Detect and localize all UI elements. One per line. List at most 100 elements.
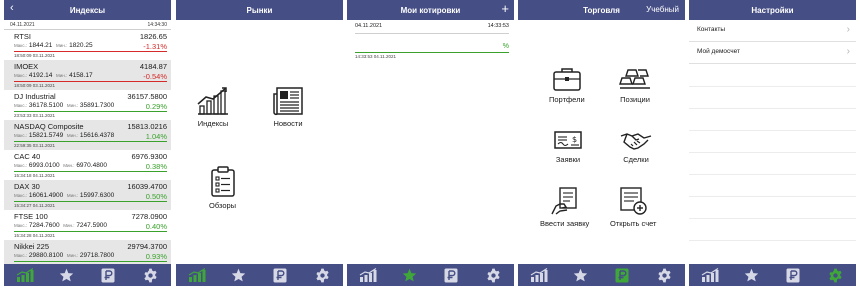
last-price: 1826.65 (139, 32, 167, 41)
star-icon (231, 268, 246, 282)
min-label: Мин.: (66, 193, 79, 198)
change-underline (14, 141, 167, 142)
tab-markets[interactable] (14, 266, 36, 284)
menu-item-indices[interactable]: Индексы (196, 86, 230, 128)
last-price: 15813.0216 (127, 122, 167, 131)
divider (689, 130, 856, 131)
hand-form-icon (551, 187, 577, 215)
menu-item-reviews[interactable]: Обзоры (209, 166, 236, 210)
change-percent: 0.50% (145, 192, 167, 201)
quote-row[interactable]: RTSI 1826.65 Макс.: 1844.21 Мин.: 1820.25 -… (4, 30, 171, 60)
min-value: 7247.5900 (76, 222, 108, 229)
svg-text:$: $ (572, 135, 577, 144)
min-value: 4158.17 (69, 72, 93, 79)
quote-row[interactable]: NASDAQ Composite 15813.0216 Макс.: 15821.5… (4, 120, 171, 150)
chevron-left-icon[interactable]: ‹ (10, 2, 14, 14)
tab-markets[interactable] (186, 266, 208, 284)
divider (689, 108, 856, 109)
tab-favorites[interactable] (399, 266, 421, 284)
update-timestamp: 18:50:09 03.11.2021 (14, 83, 55, 88)
header: Торговля Учебный (518, 0, 685, 20)
chart-icon (701, 268, 719, 282)
change-percent: -0.54% (143, 72, 167, 81)
settings-item-label: Мой демосчет (697, 48, 740, 55)
tab-markets[interactable] (528, 266, 550, 284)
settings-item-demo-account[interactable]: Мой демосчет › (689, 42, 856, 64)
tab-trading[interactable] (269, 266, 291, 284)
tab-trading[interactable] (611, 266, 633, 284)
quote-row[interactable]: FTSE 100 7278.0900 Макс.: 7284.7600 Мин.: … (4, 210, 171, 240)
max-value: 15821.5749 (28, 132, 64, 139)
max-label: Макс.: (14, 253, 28, 258)
change-underline (355, 52, 509, 53)
quotes-list: RTSI 1826.65 Макс.: 1844.21 Мин.: 1820.25 -… (4, 30, 171, 270)
min-label: Мин.: (56, 43, 68, 48)
min-value: 15616.4378 (79, 132, 115, 139)
trading-screen: Торговля Учебный Портфели Позиции $ Заяв… (518, 0, 685, 292)
watchlist-item[interactable]: 04.11.2021 14:33:53 % 14:33:53 04.11.202… (347, 20, 514, 60)
page-title: Рынки (246, 5, 273, 15)
max-value: 7284.7600 (28, 222, 60, 229)
quote-row[interactable]: CAC 40 6976.9300 Макс.: 6993.0100 Мин.: 69… (4, 150, 171, 180)
max-value: 6993.0100 (28, 162, 60, 169)
menu-item-open-account[interactable]: Открыть счет (610, 186, 656, 228)
ruble-icon (615, 268, 629, 283)
last-price: 36157.5800 (127, 92, 167, 101)
tab-settings[interactable] (653, 266, 675, 284)
quote-row[interactable]: IMOEX 4184.87 Макс.: 4192.14 Мин.: 4158.17… (4, 60, 171, 90)
min-max: Макс.: 6993.0100 Мин.: 6970.4800 (14, 162, 107, 169)
star-icon (573, 268, 588, 282)
settings-item-label: Контакты (697, 26, 726, 33)
menu-item-portfolios[interactable]: Портфели (549, 66, 585, 104)
max-label: Макс.: (14, 73, 28, 78)
menu-item-label: Сделки (623, 155, 649, 164)
update-timestamp: 23:53:33 03.11.2021 (14, 113, 55, 118)
chart-growth-icon (197, 87, 228, 115)
update-timestamp: 18:50:09 03.11.2021 (14, 53, 55, 58)
tab-favorites[interactable] (570, 266, 592, 284)
min-label: Мин.: (66, 253, 79, 258)
menu-item-positions[interactable]: Позиции (619, 66, 651, 104)
min-max: Макс.: 15821.5749 Мин.: 15616.4378 (14, 132, 114, 139)
menu-item-new-order[interactable]: Ввести заявку (540, 186, 589, 228)
handshake-icon (620, 133, 652, 150)
menu-item-news[interactable]: Новости (272, 86, 304, 128)
plus-icon[interactable]: + (501, 1, 509, 16)
tab-favorites[interactable] (741, 266, 763, 284)
chart-icon (530, 268, 548, 282)
tab-settings[interactable] (482, 266, 504, 284)
chevron-right-icon: › (846, 46, 850, 57)
settings-item-contacts[interactable]: Контакты › (689, 20, 856, 42)
menu-item-deals[interactable]: Сделки (620, 128, 652, 164)
update-timestamp: 15:34:28 04.11.2021 (14, 233, 55, 238)
quote-row[interactable]: DAX 30 16039.4700 Макс.: 16061.4900 Мин.: … (4, 180, 171, 210)
header: Настройки (689, 0, 856, 20)
min-value: 6970.4800 (76, 162, 108, 169)
tab-markets[interactable] (357, 266, 379, 284)
tab-trading[interactable] (440, 266, 462, 284)
min-label: Мин.: (66, 103, 79, 108)
menu-item-label: Открыть счет (610, 219, 657, 228)
index-name: RTSI (14, 32, 31, 41)
tab-markets[interactable] (699, 266, 721, 284)
tab-settings[interactable] (824, 266, 846, 284)
min-value: 1820.25 (69, 42, 93, 49)
min-label: Мин.: (63, 163, 75, 168)
tab-trading[interactable] (97, 266, 119, 284)
divider (689, 86, 856, 87)
tab-settings[interactable] (311, 266, 333, 284)
header: Мои котировки + (347, 0, 514, 20)
change-percent: -1.31% (143, 42, 167, 51)
tab-favorites[interactable] (56, 266, 78, 284)
min-max: Макс.: 1844.21 Мин.: 1820.25 (14, 42, 93, 49)
min-label: Мин.: (56, 73, 68, 78)
menu-item-orders[interactable]: $ Заявки (553, 128, 583, 164)
briefcase-icon (553, 68, 581, 91)
change-percent: 0.29% (145, 102, 167, 111)
quote-row[interactable]: DJ Industrial 36157.5800 Макс.: 36178.5100… (4, 90, 171, 120)
tab-favorites[interactable] (228, 266, 250, 284)
tab-settings[interactable] (139, 266, 161, 284)
max-label: Макс.: (14, 103, 28, 108)
divider (689, 218, 856, 219)
tab-trading[interactable] (782, 266, 804, 284)
